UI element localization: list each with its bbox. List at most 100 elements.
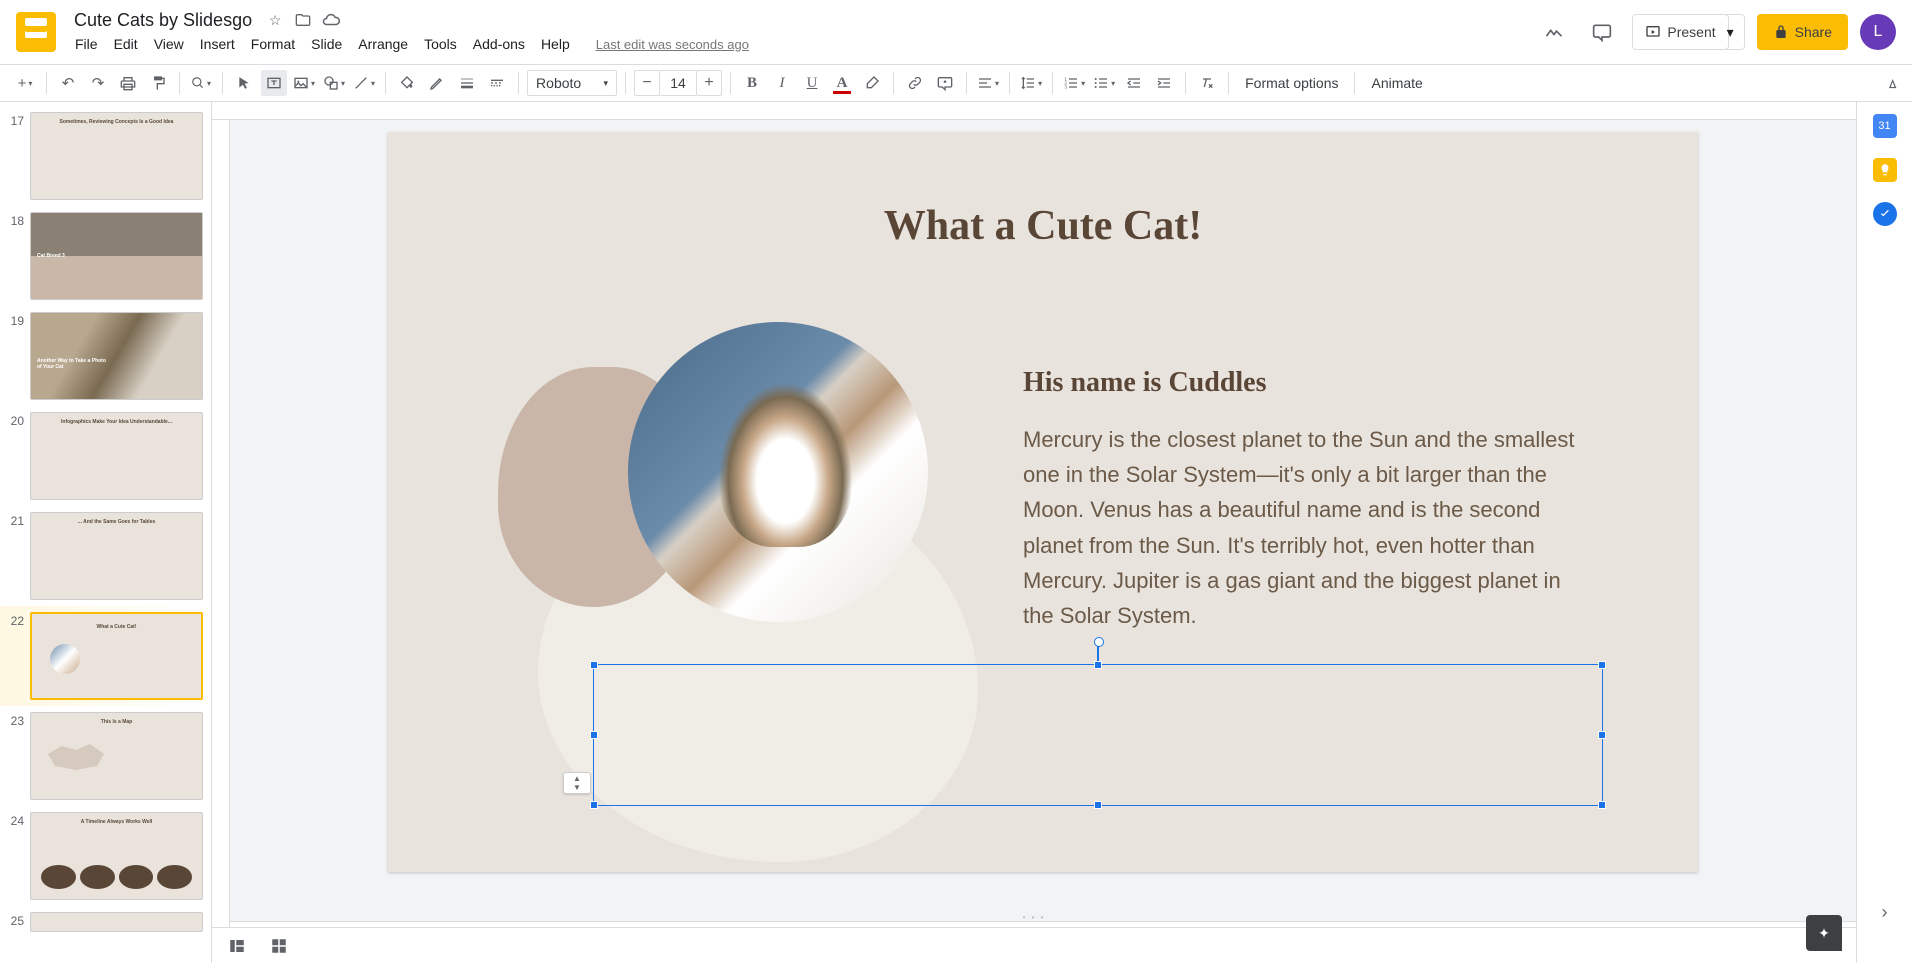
notes-splitter[interactable] xyxy=(212,913,1856,921)
share-button[interactable]: Share xyxy=(1757,14,1848,50)
thumbnail-21[interactable]: 21... And the Same Goes for Tables xyxy=(0,506,211,606)
resize-handle-bl[interactable] xyxy=(590,801,598,809)
animate-button[interactable]: Animate xyxy=(1363,75,1430,91)
insert-comment-button[interactable] xyxy=(932,70,958,96)
menu-format[interactable]: Format xyxy=(244,32,302,56)
explore-button[interactable] xyxy=(1806,915,1842,951)
border-color-button[interactable] xyxy=(424,70,450,96)
undo-button[interactable]: ↶ xyxy=(55,70,81,96)
slide-subtitle-text[interactable]: His name is Cuddles xyxy=(1023,367,1267,399)
document-title[interactable]: Cute Cats by Slidesgo xyxy=(68,8,258,33)
thumbnail-19[interactable]: 19Another Way to Take a Photo of Your Ca… xyxy=(0,306,211,406)
zoom-button[interactable] xyxy=(188,70,214,96)
keep-icon[interactable] xyxy=(1873,158,1897,182)
resize-handle-tm[interactable] xyxy=(1094,661,1102,669)
title-row: Cute Cats by Slidesgo ☆ xyxy=(68,8,1536,32)
resize-handle-tr[interactable] xyxy=(1598,661,1606,669)
tasks-icon[interactable] xyxy=(1873,202,1897,226)
resize-handle-ml[interactable] xyxy=(590,731,598,739)
user-avatar[interactable]: L xyxy=(1860,14,1896,50)
selected-textbox[interactable] xyxy=(593,664,1603,806)
horizontal-ruler[interactable] xyxy=(212,102,1856,120)
line-tool[interactable] xyxy=(351,70,377,96)
new-slide-button[interactable]: + xyxy=(12,70,38,96)
canvas-scroll[interactable]: What a Cute Cat! His name is Cuddles Mer… xyxy=(212,120,1856,913)
slide-body-text[interactable]: Mercury is the closest planet to the Sun… xyxy=(1023,422,1588,633)
thumbnail-20[interactable]: 20Infographics Make Your Idea Understand… xyxy=(0,406,211,506)
slide-title-text[interactable]: What a Cute Cat! xyxy=(388,202,1698,250)
menu-arrange[interactable]: Arrange xyxy=(351,32,415,56)
thumbnail-25[interactable]: 25 xyxy=(0,906,211,938)
menu-edit[interactable]: Edit xyxy=(107,32,145,56)
textbox-tool[interactable] xyxy=(261,70,287,96)
resize-handle-bm[interactable] xyxy=(1094,801,1102,809)
thumbnail-17[interactable]: 17Sometimes, Reviewing Concepts Is a Goo… xyxy=(0,106,211,206)
font-size-value[interactable]: 14 xyxy=(660,70,696,96)
select-tool[interactable] xyxy=(231,70,257,96)
thumbnail-24[interactable]: 24A Timeline Always Works Well xyxy=(0,806,211,906)
menu-tools[interactable]: Tools xyxy=(417,32,464,56)
hide-menus-button[interactable]: ㅿ xyxy=(1885,71,1900,95)
filmstrip-view-button[interactable] xyxy=(224,933,250,959)
side-panel-collapse[interactable]: › xyxy=(1882,902,1888,923)
align-button[interactable] xyxy=(975,70,1001,96)
border-weight-button[interactable] xyxy=(454,70,480,96)
resize-handle-tl[interactable] xyxy=(590,661,598,669)
bold-button[interactable]: B xyxy=(739,70,765,96)
menu-insert[interactable]: Insert xyxy=(193,32,242,56)
resize-handle-br[interactable] xyxy=(1598,801,1606,809)
rotate-handle[interactable] xyxy=(1097,645,1099,661)
menu-view[interactable]: View xyxy=(147,32,191,56)
activity-icon[interactable] xyxy=(1536,14,1572,50)
font-family-select[interactable]: Roboto▾ xyxy=(527,70,617,96)
numbered-list-button[interactable]: 123 xyxy=(1061,70,1087,96)
move-icon[interactable] xyxy=(294,11,312,29)
image-tool[interactable] xyxy=(291,70,317,96)
clear-formatting-button[interactable] xyxy=(1194,70,1220,96)
italic-button[interactable]: I xyxy=(769,70,795,96)
font-size-decrease[interactable]: − xyxy=(634,70,660,96)
filmstrip[interactable]: 17Sometimes, Reviewing Concepts Is a Goo… xyxy=(0,102,212,963)
cat-image[interactable] xyxy=(628,322,928,622)
resize-handle-mr[interactable] xyxy=(1598,731,1606,739)
cloud-status-icon[interactable] xyxy=(322,11,340,29)
present-dropdown[interactable]: ▾ xyxy=(1717,14,1745,50)
share-label: Share xyxy=(1795,24,1832,40)
last-edit-link[interactable]: Last edit was seconds ago xyxy=(589,33,756,56)
grid-view-button[interactable] xyxy=(266,933,292,959)
comments-icon[interactable] xyxy=(1584,14,1620,50)
paint-format-button[interactable] xyxy=(145,70,171,96)
insert-link-button[interactable] xyxy=(902,70,928,96)
underline-button[interactable]: U xyxy=(799,70,825,96)
present-button[interactable]: Present xyxy=(1632,14,1728,50)
separator xyxy=(385,72,386,94)
menu-addons[interactable]: Add-ons xyxy=(466,32,532,56)
font-size-increase[interactable]: + xyxy=(696,70,722,96)
indent-increase-button[interactable] xyxy=(1151,70,1177,96)
line-spacing-button[interactable] xyxy=(1018,70,1044,96)
calendar-icon[interactable]: 31 xyxy=(1873,114,1897,138)
text-color-button[interactable]: A xyxy=(829,70,855,96)
text-overflow-indicator[interactable] xyxy=(563,772,591,794)
highlight-button[interactable] xyxy=(859,70,885,96)
thumbnail-18[interactable]: 18Cat Breed 3 xyxy=(0,206,211,306)
format-options-button[interactable]: Format options xyxy=(1237,75,1346,91)
thumbnail-23[interactable]: 23This Is a Map xyxy=(0,706,211,806)
thumbnail-22[interactable]: 22What a Cute Cat! xyxy=(0,606,211,706)
play-icon xyxy=(1645,24,1661,40)
svg-text:3: 3 xyxy=(1064,84,1067,89)
print-button[interactable] xyxy=(115,70,141,96)
indent-decrease-button[interactable] xyxy=(1121,70,1147,96)
shape-tool[interactable] xyxy=(321,70,347,96)
slide-canvas[interactable]: What a Cute Cat! His name is Cuddles Mer… xyxy=(388,132,1698,872)
menu-help[interactable]: Help xyxy=(534,32,577,56)
star-icon[interactable]: ☆ xyxy=(266,11,284,29)
slides-app-icon[interactable] xyxy=(16,12,56,52)
menu-file[interactable]: File xyxy=(68,32,105,56)
menu-slide[interactable]: Slide xyxy=(304,32,349,56)
separator xyxy=(46,72,47,94)
bulleted-list-button[interactable] xyxy=(1091,70,1117,96)
fill-color-button[interactable] xyxy=(394,70,420,96)
redo-button[interactable]: ↷ xyxy=(85,70,111,96)
border-dash-button[interactable] xyxy=(484,70,510,96)
